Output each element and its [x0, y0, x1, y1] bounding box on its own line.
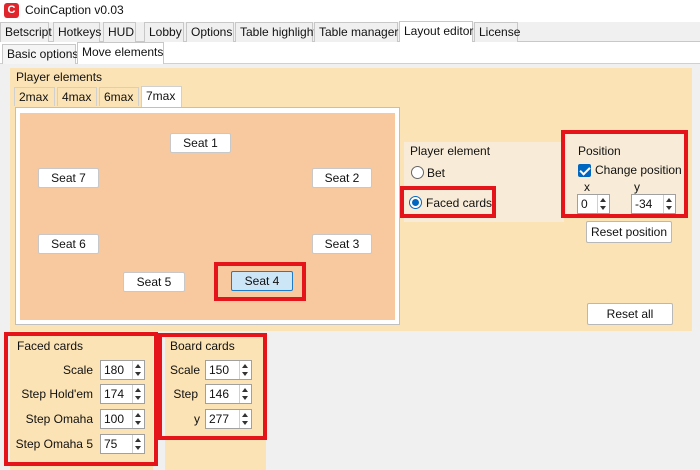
tab-layout-editor[interactable]: Layout editor: [399, 21, 473, 43]
sub-tab-bar: Basic options Move elements: [0, 42, 700, 64]
seat-7[interactable]: Seat 7: [38, 168, 99, 188]
tab-basic-options[interactable]: Basic options: [2, 44, 78, 64]
seat-1[interactable]: Seat 1: [170, 133, 231, 153]
window-title: CoinCaption v0.03: [25, 3, 124, 17]
seat-6[interactable]: Seat 6: [38, 234, 99, 254]
player-tab-bar: 2max 4max 6max 7max: [14, 86, 204, 107]
tab-6max[interactable]: 6max: [99, 87, 139, 106]
app-logo-icon: C: [4, 3, 19, 18]
seat-5[interactable]: Seat 5: [123, 272, 185, 292]
radio-bet-label: Bet: [427, 166, 446, 180]
faced-cards-panel-highlight: [4, 332, 158, 466]
reset-all-button[interactable]: Reset all: [587, 303, 673, 325]
position-highlight: [561, 130, 688, 218]
tab-table-highlight[interactable]: Table highlight: [235, 22, 317, 42]
tab-hotkeys[interactable]: Hotkeys: [53, 22, 101, 42]
seat-4-highlight: [214, 262, 306, 301]
player-elements-title: Player elements: [16, 70, 103, 84]
tab-lobby[interactable]: Lobby: [144, 22, 184, 42]
tab-4max[interactable]: 4max: [57, 87, 97, 106]
seat-3[interactable]: Seat 3: [312, 234, 372, 254]
tab-table-manager[interactable]: Table manager: [314, 22, 398, 42]
board-cards-panel-highlight: [158, 333, 267, 440]
tab-betscript[interactable]: Betscript: [0, 22, 52, 42]
faced-cards-highlight: [400, 186, 496, 218]
radio-bet[interactable]: [411, 166, 424, 179]
tab-hud[interactable]: HUD: [103, 22, 136, 42]
tab-move-elements[interactable]: Move elements: [77, 42, 164, 64]
tab-7max[interactable]: 7max: [141, 86, 182, 107]
main-tab-bar: Betscript Hotkeys HUD Lobby Options Tabl…: [0, 21, 700, 43]
reset-position-button[interactable]: Reset position: [586, 221, 672, 243]
tab-2max[interactable]: 2max: [14, 87, 55, 106]
tab-license[interactable]: License: [474, 22, 520, 42]
title-bar: C CoinCaption v0.03: [0, 0, 700, 22]
player-element-title: Player element: [410, 144, 491, 158]
tab-options[interactable]: Options: [186, 22, 234, 42]
seat-2[interactable]: Seat 2: [312, 168, 372, 188]
